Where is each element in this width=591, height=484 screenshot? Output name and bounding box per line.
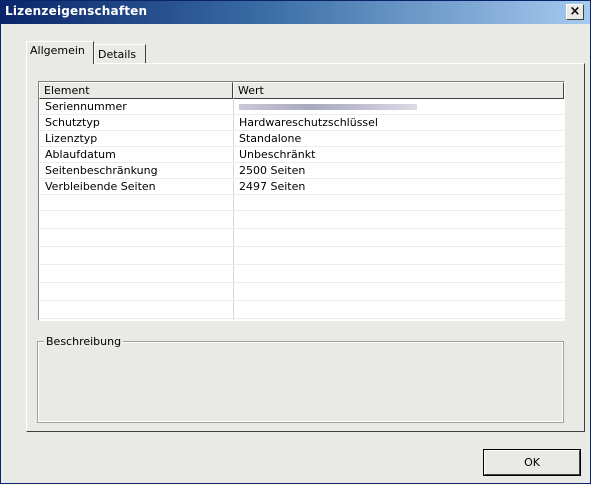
row-key: Lizenztyp [45,132,98,145]
row-key: Seitenbeschränkung [45,164,158,177]
description-label: Beschreibung [44,335,124,348]
row-value: Hardwareschutzschlüssel [239,116,378,129]
empty-row [39,267,564,283]
row-value: Unbeschränkt [239,148,316,161]
window-title: Lizenzeigenschaften [5,4,148,18]
list-row[interactable]: Lizenztyp Standalone [39,131,564,147]
redacted-serial-number [239,104,417,110]
empty-row [39,285,564,301]
list-header: Element Wert [39,82,564,99]
list-row[interactable]: Verbleibende Seiten 2497 Seiten [39,179,564,195]
close-button[interactable]: × [566,4,584,20]
description-groupbox [37,341,564,423]
tab-label: Allgemein [30,44,85,57]
row-key: Schutztyp [45,116,100,129]
row-key: Ablaufdatum [45,148,116,161]
list-row-serial[interactable]: Seriennummer [39,99,564,115]
close-icon: × [569,4,581,19]
title-bar[interactable]: Lizenzeigenschaften × [1,1,590,24]
tab-label: Details [98,48,137,61]
row-value: Standalone [239,132,302,145]
ok-button[interactable]: OK [483,449,581,476]
column-header-element[interactable]: Element [39,82,233,99]
empty-row [39,195,564,211]
empty-row [39,231,564,247]
row-key: Verbleibende Seiten [45,180,156,193]
empty-row [39,249,564,265]
row-value: 2500 Seiten [239,164,306,177]
list-row[interactable]: Schutztyp Hardwareschutzschlüssel [39,115,564,131]
row-value: 2497 Seiten [239,180,306,193]
row-key: Seriennummer [45,100,127,113]
tab-allgemein[interactable]: Allgemein [26,41,94,64]
list-row[interactable]: Seitenbeschränkung 2500 Seiten [39,163,564,179]
list-row[interactable]: Ablaufdatum Unbeschränkt [39,147,564,163]
tab-details[interactable]: Details [94,44,146,64]
properties-list[interactable]: Element Wert Seriennummer Schutztyp Hard… [38,81,565,321]
empty-row [39,303,564,319]
empty-row [39,213,564,229]
column-header-value[interactable]: Wert [233,82,564,99]
